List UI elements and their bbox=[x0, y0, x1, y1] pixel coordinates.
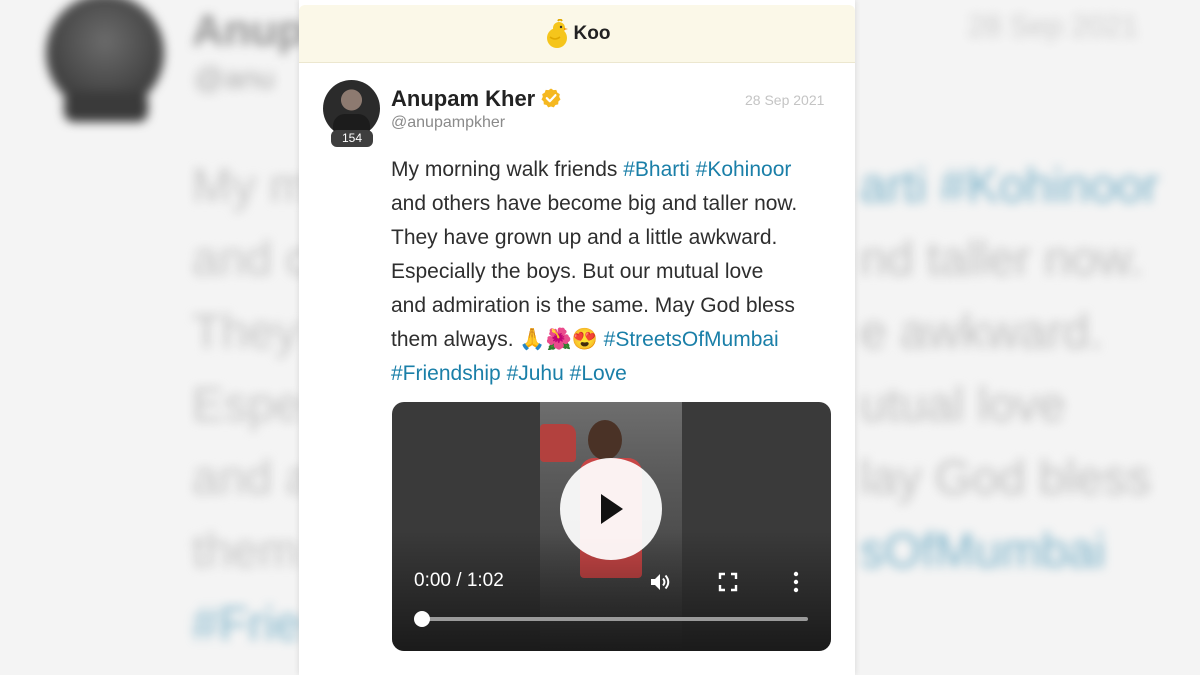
background-follower-badge bbox=[64, 92, 148, 122]
hashtag-link[interactable]: #Kohinoor bbox=[940, 160, 1159, 213]
background-text-line: utual love bbox=[860, 369, 1190, 442]
thumbnail-child-head bbox=[588, 420, 622, 460]
author-handle[interactable]: @anupampkher bbox=[391, 114, 505, 132]
hashtag-link[interactable]: #Love bbox=[570, 362, 627, 385]
koo-header: Koo bbox=[299, 5, 855, 63]
koo-app-title: Koo bbox=[573, 22, 611, 44]
video-progress-thumb[interactable] bbox=[414, 611, 430, 627]
play-button[interactable] bbox=[560, 458, 662, 560]
hashtag-link[interactable]: #StreetsOfMumbai bbox=[604, 328, 779, 351]
background-post-text-right: arti #Kohinoor nd taller now. e awkward. ut… bbox=[860, 150, 1190, 588]
post-text-line: and others have become big and taller no… bbox=[391, 187, 841, 221]
post-text-line: them always. 🙏🌺😍 #StreetsOfMumbai bbox=[391, 323, 841, 357]
hashtag-link[interactable]: #Bharti bbox=[623, 158, 690, 181]
volume-icon[interactable] bbox=[648, 570, 672, 594]
play-icon bbox=[601, 494, 623, 524]
text-segment: My m bbox=[192, 160, 310, 213]
text-segment: e awkward. bbox=[860, 306, 1103, 359]
post-body-text: My morning walk friends #Bharti #Kohinoo… bbox=[391, 153, 841, 391]
post-text-line: #Friendship #Juhu #Love bbox=[391, 357, 841, 391]
post-text-line: They have grown up and a little awkward. bbox=[391, 221, 841, 255]
video-player[interactable]: 0:00 / 1:02 bbox=[392, 402, 831, 651]
text-segment: and a bbox=[192, 452, 313, 505]
background-text-line: lay God bless bbox=[860, 442, 1190, 515]
text-segment: and c bbox=[192, 233, 310, 286]
text-segment: and others have become big and taller no… bbox=[391, 192, 798, 215]
koo-post-card: Koo 154 Anupam Kher @anupampkher 28 Sep … bbox=[299, 0, 855, 675]
background-author-name: Anup bbox=[192, 6, 305, 55]
text-segment: them always. 🙏🌺😍 bbox=[391, 328, 604, 351]
text-segment: They bbox=[192, 306, 299, 359]
post-text-line: My morning walk friends #Bharti #Kohinoo… bbox=[391, 153, 841, 187]
hashtag-link[interactable]: #Kohinoor bbox=[696, 158, 792, 181]
text-segment: lay God bless bbox=[860, 452, 1151, 505]
author-avatar[interactable] bbox=[323, 80, 380, 137]
koo-bird-logo-icon bbox=[546, 18, 568, 48]
more-options-icon[interactable] bbox=[792, 570, 800, 594]
text-segment: and admiration is the same. May God bles… bbox=[391, 294, 795, 317]
hashtag-link[interactable]: #Frie bbox=[192, 598, 301, 651]
text-segment: My morning walk friends bbox=[391, 158, 624, 181]
text-segment: Especially the boys. But our mutual love bbox=[391, 260, 764, 283]
post-date: 28 Sep 2021 bbox=[745, 92, 825, 108]
background-author-handle: @anu bbox=[194, 62, 275, 95]
text-segment: nd taller now. bbox=[860, 233, 1143, 286]
video-progress-track[interactable] bbox=[422, 617, 808, 621]
background-text-line: nd taller now. bbox=[860, 223, 1190, 296]
author-avatar-group[interactable]: 154 bbox=[323, 80, 380, 148]
follower-count-badge: 154 bbox=[331, 130, 373, 147]
post-text-line: Especially the boys. But our mutual love bbox=[391, 255, 841, 289]
hashtag-link[interactable]: #Juhu bbox=[507, 362, 564, 385]
verified-badge-icon bbox=[541, 88, 561, 108]
post-text-line: and admiration is the same. May God bles… bbox=[391, 289, 841, 323]
hashtag-link[interactable]: arti bbox=[860, 160, 940, 213]
fullscreen-icon[interactable] bbox=[718, 572, 738, 592]
background-text-line: e awkward. bbox=[860, 296, 1190, 369]
background-text-line: arti #Kohinoor bbox=[860, 150, 1190, 223]
text-segment: utual love bbox=[860, 379, 1066, 432]
text-segment: them bbox=[192, 525, 299, 578]
hashtag-link[interactable]: #Friendship bbox=[391, 362, 501, 385]
background-text-line: sOfMumbai bbox=[860, 515, 1190, 588]
text-segment: Espe bbox=[192, 379, 302, 432]
video-time-display: 0:00 / 1:02 bbox=[414, 570, 504, 591]
thumbnail-car bbox=[540, 424, 576, 462]
hashtag-link[interactable]: sOfMumbai bbox=[860, 525, 1105, 578]
author-name[interactable]: Anupam Kher bbox=[391, 86, 535, 112]
text-segment: They have grown up and a little awkward. bbox=[391, 226, 778, 249]
background-post-date: 28 Sep 2021 bbox=[968, 10, 1139, 43]
